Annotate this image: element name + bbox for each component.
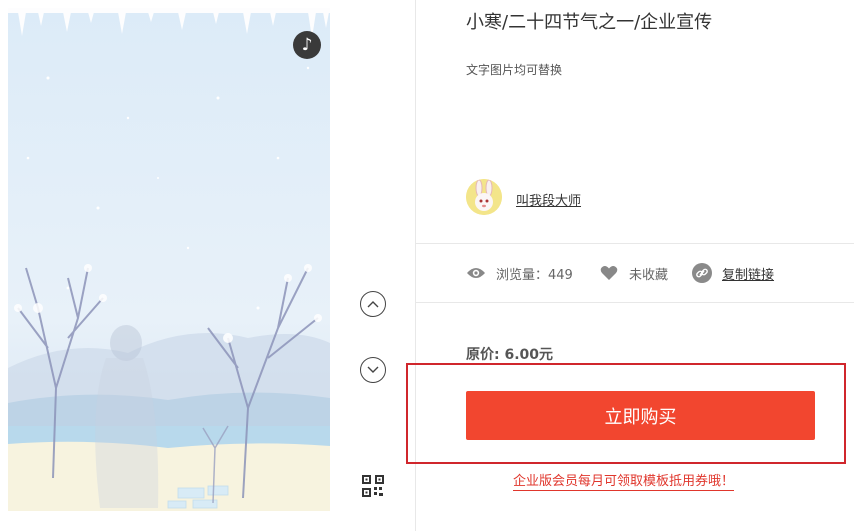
original-price: 原价: 6.00元 [466, 347, 554, 363]
buy-now-button[interactable]: 立即购买 [466, 391, 815, 440]
link-icon [692, 263, 712, 283]
qr-code-button[interactable] [361, 474, 385, 498]
copy-link-label: 复制链接 [722, 267, 775, 283]
view-count-label: 浏览量：449 [496, 267, 573, 283]
chevron-up-icon [367, 301, 379, 308]
divider [416, 302, 854, 303]
next-page-button[interactable] [360, 357, 386, 383]
music-note-icon[interactable]: ♪ [293, 31, 321, 59]
heart-icon [599, 263, 619, 283]
chevron-down-icon [367, 366, 379, 373]
favorite-label: 未收藏 [629, 267, 669, 283]
winter-scene-illustration [8, 8, 330, 511]
previous-page-button[interactable] [360, 291, 386, 317]
template-preview[interactable]: ♪ [8, 8, 330, 511]
author-avatar[interactable] [466, 179, 502, 215]
member-coupon-link[interactable]: 企业版会员每月可领取模板抵用券哦！ [513, 470, 735, 491]
view-count: 浏览量：449 [466, 263, 573, 283]
rabbit-avatar-icon [466, 179, 502, 215]
divider [416, 243, 854, 244]
product-subtitle: 文字图片均可替换 [466, 63, 563, 77]
author-name-link[interactable]: 叫我段大师 [516, 190, 581, 209]
product-title: 小寒/二十四节气之一/企业宣传 [466, 12, 713, 33]
copy-link-button[interactable]: 复制链接 [692, 263, 774, 283]
favorite-button[interactable]: 未收藏 [599, 263, 668, 283]
eye-icon [466, 263, 486, 283]
qr-code-icon [362, 475, 384, 497]
